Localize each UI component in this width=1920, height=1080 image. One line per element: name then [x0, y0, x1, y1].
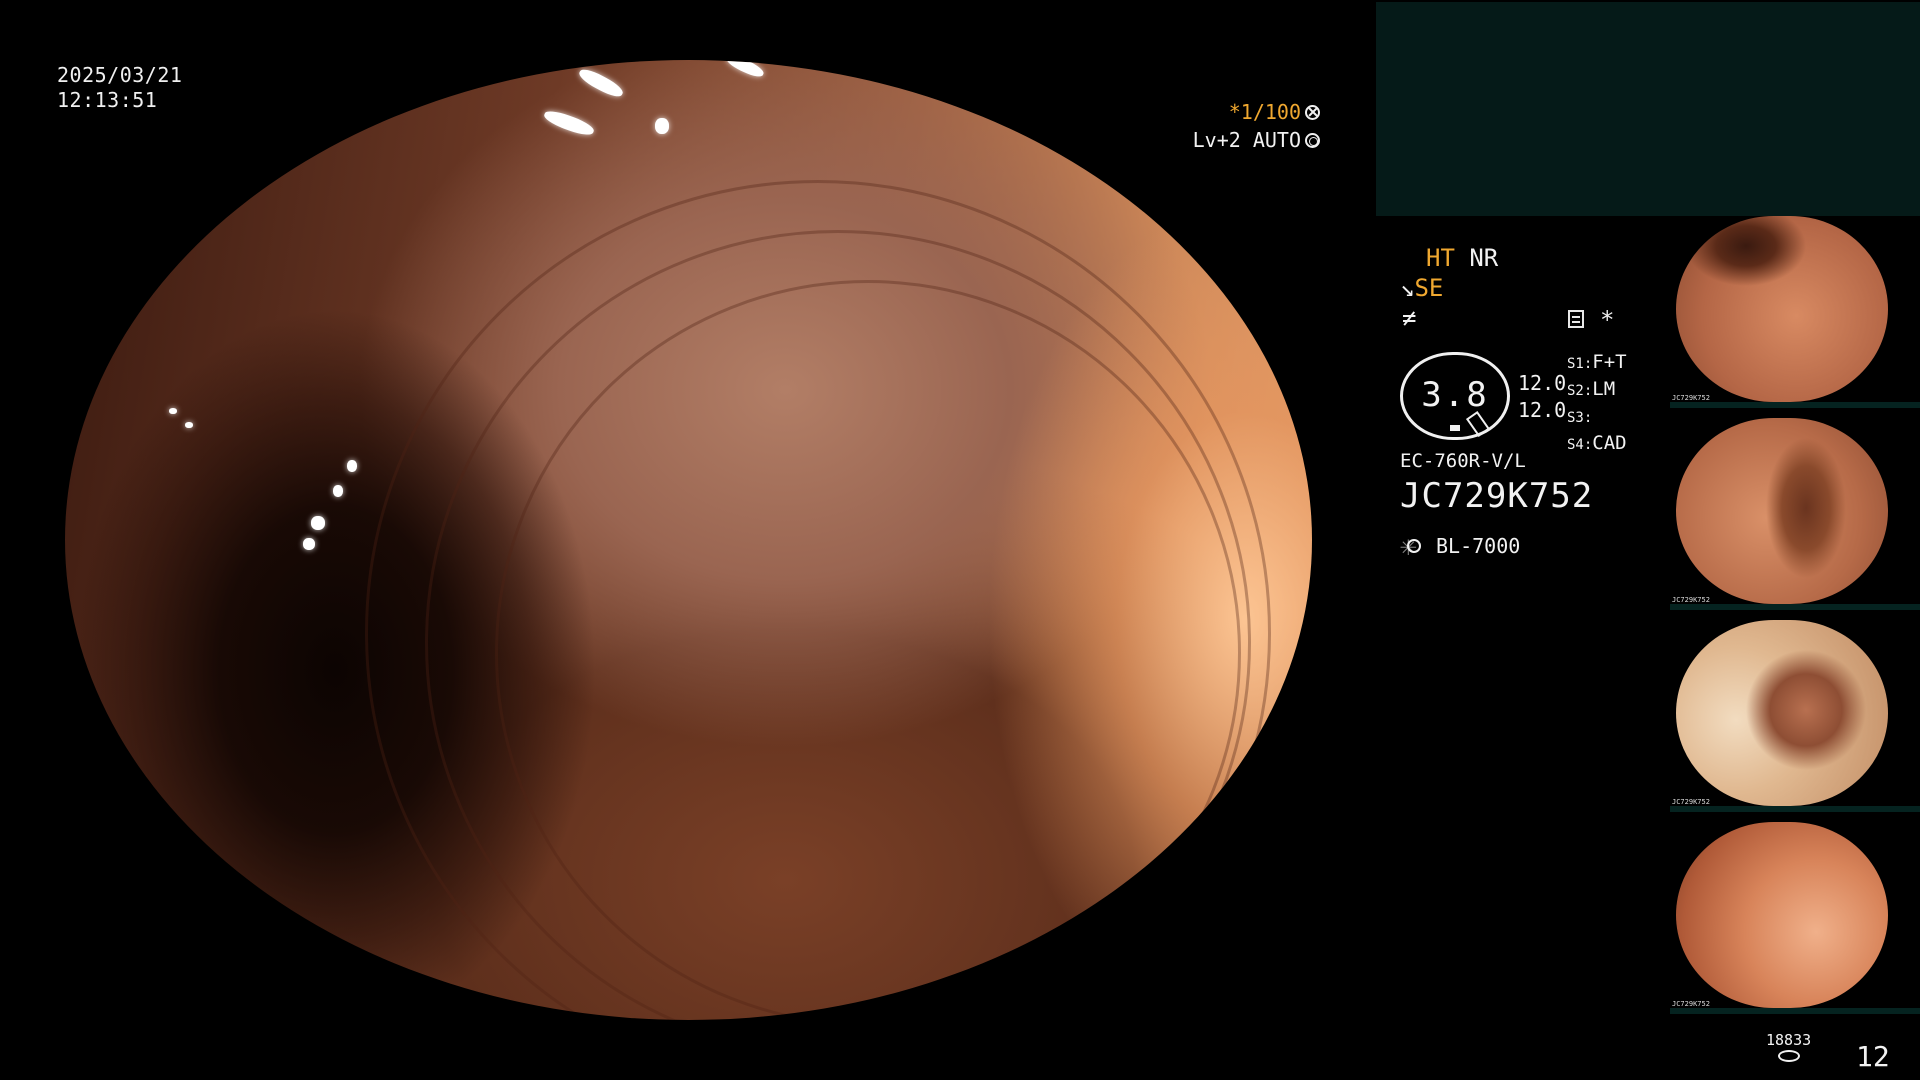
captured-images-strip: JC729K752 JC729K752 JC729K752 JC729K752 — [1670, 212, 1920, 1020]
switch-s1: S1:F+T — [1567, 351, 1627, 373]
light-reflection — [724, 60, 766, 80]
exam-time: 12:13:51 — [57, 88, 158, 112]
se-row: ↘SE — [1400, 274, 1443, 302]
not-equal-icon: ≠ — [1402, 304, 1417, 332]
thumbnail-bar — [1670, 604, 1920, 610]
shutter-speed: *1/100 — [1228, 100, 1301, 124]
captured-thumbnail[interactable]: JC729K752 — [1670, 616, 1920, 812]
cross-circle-icon — [1305, 104, 1320, 120]
nr-indicator: NR — [1469, 244, 1499, 272]
scope-tip-icon: ↘ — [1400, 274, 1415, 302]
switch-s3: S3: — [1567, 410, 1593, 426]
patient-info-panel — [1376, 2, 1920, 216]
exposure-status: *1/100 Lv+2 AUTO — [1193, 98, 1320, 154]
thumbnail-bar — [1670, 806, 1920, 812]
settings-list-icon — [1568, 310, 1584, 328]
mucosa-fold — [495, 280, 1241, 1020]
light-reflection — [311, 516, 325, 530]
light-reflection — [347, 460, 357, 472]
light-reflection — [169, 408, 177, 414]
exam-datetime: 2025/03/21 12:13:51 — [57, 63, 182, 113]
gauge-value: 3.8 — [1421, 375, 1489, 415]
switch-s4: S4:CAD — [1567, 432, 1627, 454]
endoscope-main-view — [65, 60, 1312, 1020]
gain-value-2: 12.0 — [1518, 398, 1567, 422]
enhancement-row: HT NR — [1426, 244, 1498, 272]
ht-indicator: HT — [1426, 244, 1455, 272]
captured-thumbnail[interactable]: JC729K752 — [1670, 414, 1920, 610]
switch-s2: S2:LM — [1567, 378, 1616, 400]
light-reflection — [333, 485, 343, 497]
scope-model: EC-760R-V/L — [1400, 450, 1526, 472]
thumbnail-caption: JC729K752 — [1672, 596, 1710, 604]
storage-count: 18833 — [1766, 1031, 1812, 1049]
light-reflection — [542, 107, 596, 139]
mucosa-fold — [365, 180, 1271, 1020]
light-reflection — [303, 538, 315, 550]
captured-thumbnail[interactable]: JC729K752 — [1670, 818, 1920, 1014]
light-source-model: BL-7000 — [1436, 534, 1521, 558]
sun-icon — [1400, 529, 1428, 562]
exam-date: 2025/03/21 — [57, 63, 183, 87]
storage-counter: 18833 — [1766, 1032, 1811, 1062]
thumbnail-image — [1676, 216, 1888, 402]
brightness-level-mode: Lv+2 AUTO — [1192, 128, 1301, 152]
thumbnail-bar — [1670, 402, 1920, 408]
captured-thumbnail[interactable]: JC729K752 — [1670, 212, 1920, 408]
disk-icon — [1777, 1050, 1800, 1062]
thumbnail-caption: JC729K752 — [1672, 1000, 1710, 1008]
gain-value-1: 12.0 — [1518, 371, 1567, 395]
thumbnail-caption: JC729K752 — [1672, 394, 1710, 402]
light-source: BL-7000 — [1400, 529, 1521, 562]
mucosa-fold — [425, 230, 1251, 1020]
se-indicator: SE — [1414, 274, 1444, 302]
scope-switch-settings: S1:F+T S2:LM S3: S4:CAD — [1567, 350, 1627, 458]
processor-settings-panel: HT NR ↘SE ≠ * 3.8 12.0 12.0 S1:F+T S2:LM… — [1400, 240, 1660, 570]
thumbnail-image — [1676, 822, 1888, 1008]
frame-count: 12 — [1856, 1040, 1890, 1073]
thumbnail-bar — [1670, 1008, 1920, 1014]
thumbnail-image — [1676, 620, 1888, 806]
light-reflection — [655, 118, 669, 134]
light-reflection — [185, 422, 193, 428]
gauge-bar-icon — [1450, 425, 1460, 431]
light-reflection — [576, 65, 626, 101]
magnification-gauge: 3.8 — [1400, 352, 1510, 440]
thumbnail-caption: JC729K752 — [1672, 798, 1710, 806]
asterisk-indicator: * — [1600, 306, 1615, 334]
ring-circle-icon — [1305, 132, 1320, 148]
scope-serial: JC729K752 — [1400, 476, 1594, 516]
thumbnail-image — [1676, 418, 1888, 604]
gain-values: 12.0 12.0 — [1518, 370, 1566, 424]
